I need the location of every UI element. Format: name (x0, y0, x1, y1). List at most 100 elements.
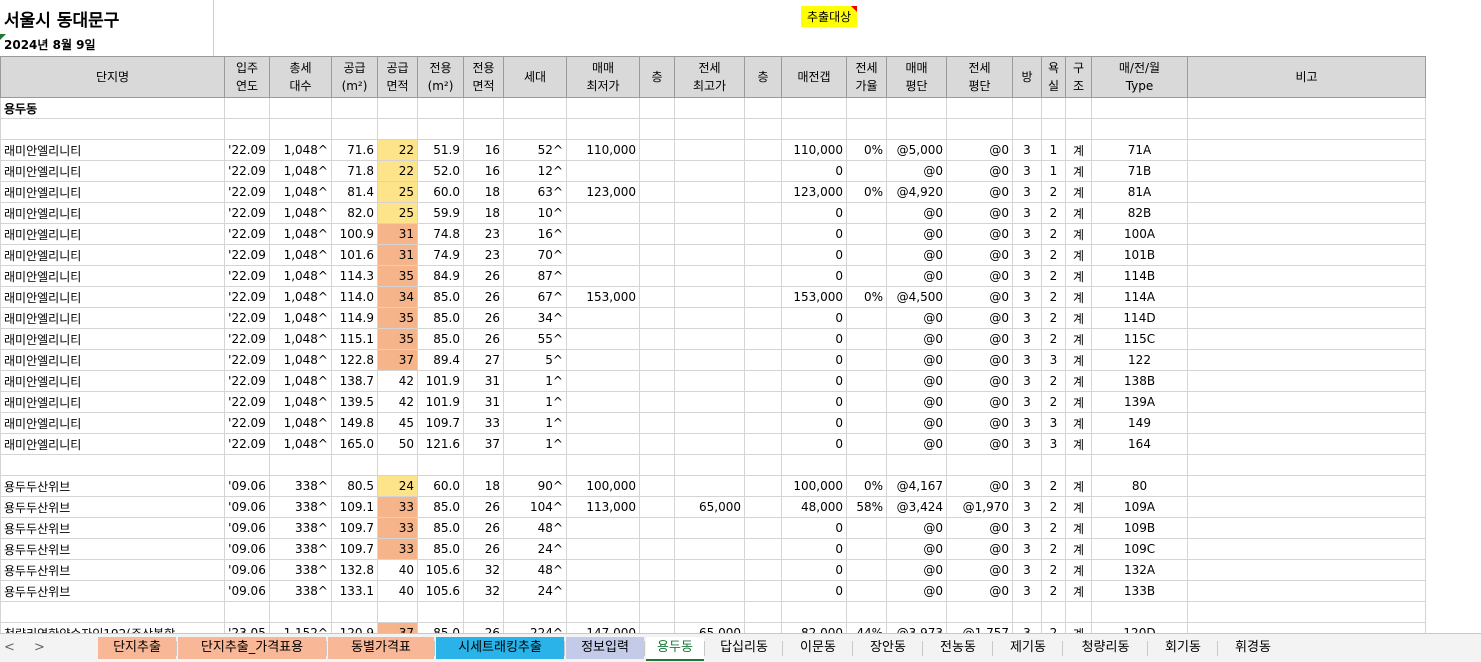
table-cell[interactable]: 2 (1041, 580, 1066, 602)
table-cell[interactable]: 24^ (503, 580, 567, 602)
table-cell[interactable]: 0% (846, 181, 887, 203)
sheet-tab[interactable]: 용두동 (646, 637, 704, 661)
table-cell[interactable]: 계 (1065, 328, 1092, 350)
table-cell[interactable]: @0 (946, 265, 1013, 287)
table-cell[interactable]: '09.06 (224, 475, 270, 497)
table-cell[interactable]: 59.9 (417, 202, 464, 224)
table-cell[interactable] (846, 307, 887, 329)
table-cell[interactable]: 27 (463, 349, 504, 371)
table-cell[interactable]: '22.09 (224, 265, 270, 287)
table-cell[interactable] (0, 118, 225, 140)
table-cell[interactable] (463, 454, 504, 476)
sheet-tab[interactable]: 회기동 (1149, 637, 1217, 659)
column-header[interactable]: 구조 (1065, 56, 1092, 98)
table-cell[interactable] (269, 601, 332, 623)
sheet-tab[interactable]: 제기동 (994, 637, 1062, 659)
table-cell[interactable]: 90^ (503, 475, 567, 497)
table-cell[interactable] (1091, 454, 1188, 476)
table-cell[interactable]: 0 (781, 433, 847, 455)
table-cell[interactable]: 용두두산위브 (0, 559, 225, 581)
table-cell[interactable]: 110,000 (781, 139, 847, 161)
table-cell[interactable]: 139.5 (331, 391, 378, 413)
table-cell[interactable]: 2 (1041, 223, 1066, 245)
table-cell[interactable]: 래미안엘리니티 (0, 223, 225, 245)
table-cell[interactable]: 2 (1041, 496, 1066, 518)
table-cell[interactable] (639, 496, 675, 518)
column-header[interactable]: 전세 최고가 (674, 56, 745, 98)
table-cell[interactable]: 71.8 (331, 160, 378, 182)
table-cell[interactable] (566, 517, 640, 539)
table-cell[interactable]: 71B (1091, 160, 1188, 182)
table-cell[interactable]: 132.8 (331, 559, 378, 581)
table-cell[interactable]: 31 (377, 244, 418, 266)
table-cell[interactable] (377, 454, 418, 476)
table-cell[interactable]: '22.09 (224, 244, 270, 266)
table-cell[interactable]: @4,920 (886, 181, 947, 203)
table-cell[interactable]: 25 (377, 181, 418, 203)
tab-scroll-left-icon[interactable]: < (4, 640, 15, 655)
table-cell[interactable] (744, 118, 782, 140)
table-cell[interactable] (377, 601, 418, 623)
table-cell[interactable] (566, 265, 640, 287)
table-cell[interactable]: '22.09 (224, 223, 270, 245)
spreadsheet-grid[interactable]: 서울시 동대문구 2024년 8월 9일 추출대상 단지명 입주 연도 총세 대수 공급(… (0, 0, 1481, 633)
table-cell[interactable]: 0 (781, 244, 847, 266)
table-cell[interactable]: @0 (946, 349, 1013, 371)
table-cell[interactable]: 114B (1091, 265, 1188, 287)
table-cell[interactable] (674, 223, 745, 245)
table-cell[interactable]: 60.0 (417, 181, 464, 203)
table-cell[interactable] (744, 517, 782, 539)
table-cell[interactable]: 래미안엘리니티 (0, 244, 225, 266)
title-cell[interactable]: 서울시 동대문구 2024년 8월 9일 (0, 0, 213, 56)
table-cell[interactable] (846, 223, 887, 245)
table-cell[interactable]: 1,048^ (269, 286, 332, 308)
table-cell[interactable]: '09.06 (224, 538, 270, 560)
table-cell[interactable] (566, 349, 640, 371)
table-cell[interactable]: 0% (846, 286, 887, 308)
table-cell[interactable] (846, 538, 887, 560)
table-cell[interactable]: 33 (377, 496, 418, 518)
table-cell[interactable]: '09.06 (224, 580, 270, 602)
table-cell[interactable] (744, 601, 782, 623)
table-cell[interactable]: 0 (781, 370, 847, 392)
table-cell[interactable] (846, 433, 887, 455)
table-cell[interactable]: @0 (946, 160, 1013, 182)
column-header[interactable]: 전용 (m²) (417, 56, 464, 98)
sheet-tab[interactable]: 동별가격표 (328, 637, 434, 659)
table-cell[interactable]: 109.7 (417, 412, 464, 434)
table-cell[interactable]: 109A (1091, 496, 1188, 518)
table-cell[interactable]: 2 (1041, 286, 1066, 308)
table-cell[interactable]: 24 (377, 475, 418, 497)
table-cell[interactable]: 3 (1012, 202, 1042, 224)
table-cell[interactable]: 2 (1041, 391, 1066, 413)
table-cell[interactable] (744, 286, 782, 308)
table-cell[interactable]: 2 (1041, 244, 1066, 266)
table-cell[interactable]: 165.0 (331, 433, 378, 455)
table-cell[interactable]: 2 (1041, 265, 1066, 287)
table-cell[interactable]: 계 (1065, 370, 1092, 392)
table-cell[interactable] (1065, 454, 1092, 476)
table-cell[interactable]: 24^ (503, 538, 567, 560)
table-cell[interactable]: '22.09 (224, 139, 270, 161)
table-cell[interactable]: '09.06 (224, 559, 270, 581)
table-cell[interactable]: 65,000 (674, 496, 745, 518)
table-cell[interactable]: 0 (781, 349, 847, 371)
sheet-tab[interactable]: 이문동 (784, 637, 852, 659)
table-cell[interactable]: 1,152^ (269, 622, 332, 633)
table-cell[interactable] (744, 223, 782, 245)
table-cell[interactable] (224, 118, 270, 140)
table-cell[interactable] (639, 454, 675, 476)
table-cell[interactable]: 1^ (503, 370, 567, 392)
table-cell[interactable]: 3 (1041, 412, 1066, 434)
table-cell[interactable] (224, 601, 270, 623)
table-cell[interactable]: 3 (1012, 538, 1042, 560)
table-cell[interactable] (566, 370, 640, 392)
column-header[interactable]: 층 (639, 56, 675, 98)
table-cell[interactable]: 164 (1091, 433, 1188, 455)
table-cell[interactable]: 16 (463, 139, 504, 161)
table-cell[interactable] (1065, 601, 1092, 623)
table-cell[interactable]: 0 (781, 328, 847, 350)
table-cell[interactable] (639, 517, 675, 539)
table-cell[interactable]: 용두두산위브 (0, 496, 225, 518)
table-cell[interactable] (566, 118, 640, 140)
